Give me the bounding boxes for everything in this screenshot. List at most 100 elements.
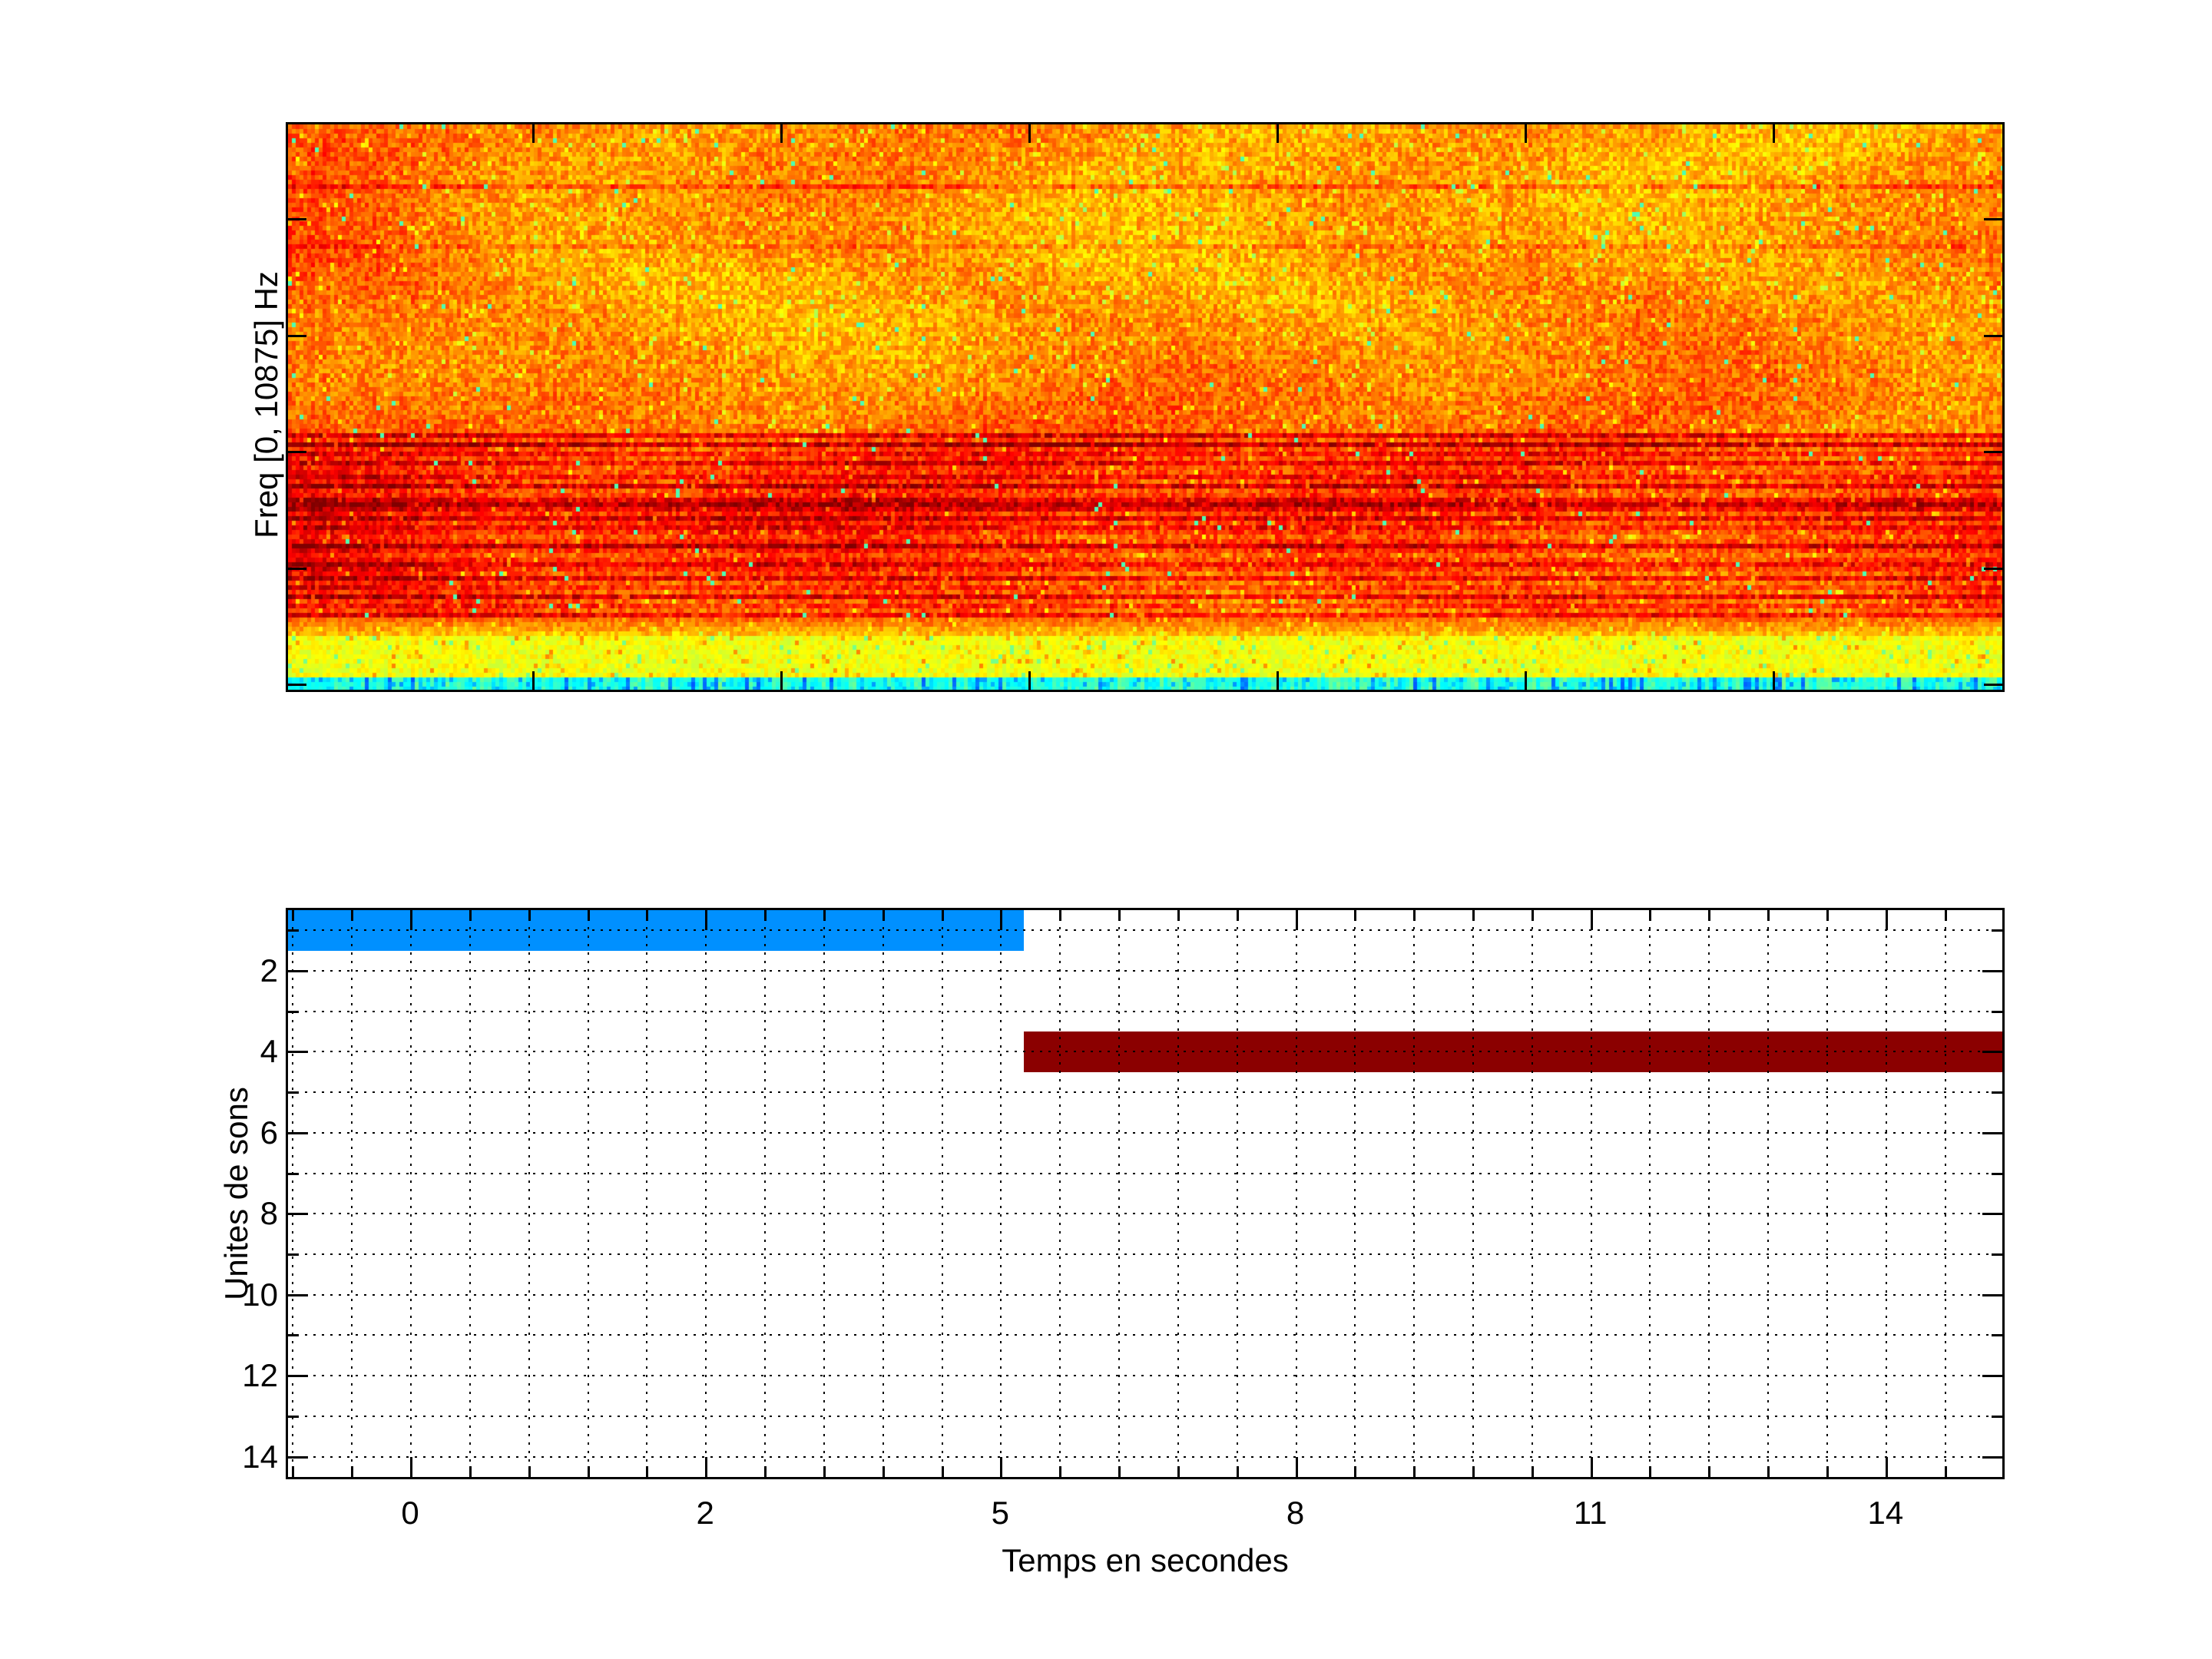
y-minor-tick — [1992, 1415, 2002, 1418]
y-major-tick — [288, 970, 308, 973]
y-tick — [1984, 334, 2002, 337]
spectrogram-image — [288, 124, 2002, 690]
v-gridline — [882, 910, 884, 1477]
x-minor-tick — [469, 910, 472, 921]
h-gridline — [288, 970, 2002, 972]
h-gridline — [288, 1172, 2002, 1174]
y-tick-label: 6 — [260, 1114, 278, 1151]
y-tick-label: 12 — [242, 1357, 278, 1394]
x-minor-tick — [1059, 910, 1062, 921]
x-tick — [780, 124, 783, 143]
y-major-tick — [288, 1213, 308, 1216]
x-minor-tick — [1177, 1466, 1180, 1477]
x-major-tick — [1590, 1457, 1593, 1477]
x-tick — [1525, 124, 1527, 143]
y-major-tick — [1982, 1051, 2002, 1054]
y-major-tick — [1982, 1131, 2002, 1134]
h-gridline — [288, 1253, 2002, 1256]
y-tick — [1984, 567, 2002, 570]
x-tick — [1525, 671, 1527, 690]
x-tick — [1028, 124, 1031, 143]
x-minor-tick — [823, 910, 826, 921]
y-major-tick — [1982, 1213, 2002, 1216]
v-gridline — [1885, 910, 1887, 1477]
x-minor-tick — [1354, 1466, 1357, 1477]
figure-canvas: Freq [0, 10875] Hz Unites de sons Temps … — [0, 0, 2212, 1659]
x-minor-tick — [1413, 910, 1416, 921]
x-tick — [1773, 671, 1775, 690]
x-minor-tick — [1236, 910, 1239, 921]
v-gridline — [587, 910, 589, 1477]
y-major-tick — [1982, 1455, 2002, 1459]
y-minor-tick — [1992, 1091, 2002, 1094]
x-minor-tick — [1059, 1466, 1062, 1477]
x-minor-tick — [823, 1466, 826, 1477]
x-minor-tick — [292, 910, 295, 921]
v-gridline — [1000, 910, 1002, 1477]
x-minor-tick — [646, 1466, 649, 1477]
v-gridline — [1767, 910, 1770, 1477]
x-tick-label: 11 — [1573, 1495, 1608, 1531]
x-minor-tick — [1472, 1466, 1475, 1477]
spectrogram-plot — [286, 122, 2005, 692]
x-minor-tick — [941, 910, 944, 921]
y-minor-tick — [288, 1415, 299, 1418]
y-tick — [288, 684, 306, 686]
v-gridline — [1413, 910, 1416, 1477]
x-tick-label: 2 — [696, 1495, 714, 1531]
y-minor-tick — [288, 1172, 299, 1175]
h-gridline — [288, 1131, 2002, 1134]
v-gridline — [1177, 910, 1179, 1477]
y-tick-label: 4 — [260, 1033, 278, 1070]
v-gridline — [705, 910, 707, 1477]
x-minor-tick — [1118, 910, 1121, 921]
x-minor-tick — [587, 910, 590, 921]
x-minor-tick — [882, 910, 885, 921]
x-minor-tick — [1531, 1466, 1534, 1477]
x-major-tick — [1000, 1457, 1003, 1477]
y-tick — [1984, 218, 2002, 220]
y-minor-tick — [288, 1253, 299, 1257]
x-tick — [532, 124, 535, 143]
x-minor-tick — [1413, 1466, 1416, 1477]
x-minor-tick — [587, 1466, 590, 1477]
y-tick — [288, 567, 306, 570]
y-minor-tick — [1992, 1334, 2002, 1337]
y-tick-label: 10 — [242, 1276, 278, 1313]
y-major-tick — [288, 1455, 308, 1459]
h-gridline — [288, 1091, 2002, 1094]
v-gridline — [941, 910, 943, 1477]
h-gridline — [288, 1455, 2002, 1458]
x-minor-tick — [1944, 1466, 1947, 1477]
y-tick — [1984, 451, 2002, 453]
x-minor-tick — [764, 910, 767, 921]
x-minor-tick — [1767, 910, 1770, 921]
y-major-tick — [1982, 970, 2002, 973]
x-tick — [780, 671, 783, 690]
y-tick — [288, 218, 306, 220]
x-minor-tick — [941, 1466, 944, 1477]
x-minor-tick — [351, 910, 354, 921]
y-minor-tick — [1992, 1253, 2002, 1257]
x-minor-tick — [292, 1466, 295, 1477]
v-gridline — [1649, 910, 1651, 1477]
y-major-tick — [288, 1131, 308, 1134]
v-gridline — [646, 910, 648, 1477]
x-tick-label: 8 — [1286, 1495, 1305, 1531]
x-tick-label: 5 — [991, 1495, 1009, 1531]
v-gridline — [410, 910, 412, 1477]
x-minor-tick — [1944, 910, 1947, 921]
x-major-tick — [705, 1457, 708, 1477]
x-minor-tick — [764, 1466, 767, 1477]
x-minor-tick — [1826, 910, 1829, 921]
h-gridline — [288, 1415, 2002, 1417]
x-minor-tick — [528, 910, 531, 921]
v-gridline — [823, 910, 825, 1477]
y-major-tick — [1982, 1375, 2002, 1378]
x-minor-tick — [1767, 1466, 1770, 1477]
v-gridline — [469, 910, 471, 1477]
x-minor-tick — [1531, 910, 1534, 921]
x-minor-tick — [1118, 1466, 1121, 1477]
x-minor-tick — [882, 1466, 885, 1477]
x-minor-tick — [469, 1466, 472, 1477]
